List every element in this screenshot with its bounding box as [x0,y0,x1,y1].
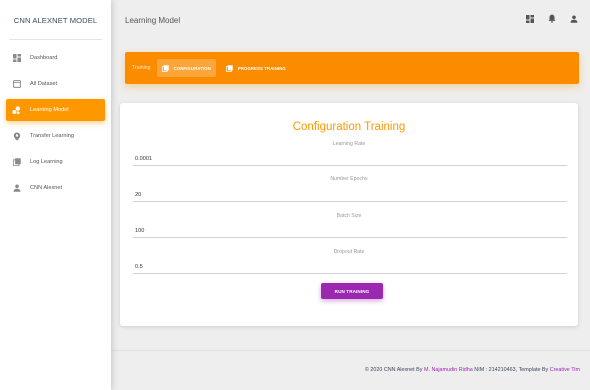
sidebar-item-cnn-alexnet[interactable]: CNN Alexnet [6,177,105,199]
navbar-icons [525,14,578,23]
footer-author-link[interactable]: M. Najamudin Ridha [424,367,473,373]
footer-template-link[interactable]: Creative Tim [550,367,580,373]
form-title: Configuration Training [292,121,406,133]
run-training-button[interactable]: RUN TRAINING [321,283,383,299]
dropout-rate-underline [133,273,567,274]
person-icon [12,184,21,193]
footer: © 2020 CNN Alexnet By M. Najamudin Ridha… [365,367,580,373]
bubble-chart-icon [12,105,21,115]
batch-size-label: Batch Size [336,213,362,219]
sidebar-item-label: Learning Model [30,107,69,113]
top-navbar: Learning Model [111,0,590,40]
footer-middle: NIM : 214210463, Template By [472,367,550,373]
learning-rate-label: Learning Rate [332,141,366,147]
dropout-rate-input[interactable]: 0.5 [135,264,143,270]
number-epochs-underline [133,201,567,202]
sidebar-item-label: All Dataset [30,81,58,87]
page-title: Learning Model [125,15,181,25]
tab-progress-training[interactable]: PROGRESS TRAINING [221,59,291,77]
tab-label: CONFIGURATION [173,65,211,71]
brand-title[interactable]: CNN ALEXNET MODEL [0,0,111,40]
batch-size-underline [133,237,567,238]
notifications-icon[interactable] [547,14,556,23]
sidebar-item-label: Log Learning [30,159,63,165]
learning-rate-underline [133,165,567,166]
sidebar-item-log-learning[interactable]: Log Learning [6,151,105,173]
sidebar: CNN ALEXNET MODEL Dashboard All Dataset … [0,0,111,390]
location-pin-icon [12,132,21,141]
sidebar-item-dashboard[interactable]: Dashboard [6,47,105,69]
sidebar-item-label: Transfer Learning [30,133,74,139]
footer-prefix: © 2020 CNN Alexnet By [364,367,424,373]
sidebar-item-transfer-learning[interactable]: Transfer Learning [6,125,105,147]
library-books-icon [225,64,233,72]
sidebar-item-all-dataset[interactable]: All Dataset [6,73,105,95]
learning-rate-input[interactable]: 0.0001 [135,156,152,162]
configuration-card: Configuration Training Learning Rate 0.0… [120,103,578,326]
tab-configuration[interactable]: CONFIGURATION [156,59,216,77]
number-epochs-label: Number Epochs [330,176,368,182]
library-books-icon [161,64,169,72]
sidebar-nav: Dashboard All Dataset Learning Model Tra… [0,40,111,199]
library-books-icon [12,158,21,167]
person-icon[interactable] [569,14,578,23]
number-epochs-input[interactable]: 20 [135,192,141,198]
footer-divider [111,350,590,351]
dashboard-icon[interactable] [525,14,534,23]
training-tab-bar: Training CONFIGURATION PROGRESS TRAINING [125,52,579,84]
tab-bar-prefix: Training [132,65,151,71]
dropout-rate-label: Dropout Rate [333,249,365,255]
sidebar-item-learning-model[interactable]: Learning Model [6,99,105,121]
sidebar-item-label: Dashboard [30,55,58,61]
batch-size-input[interactable]: 100 [135,228,144,234]
sidebar-item-label: CNN Alexnet [30,185,63,191]
tab-label: PROGRESS TRAINING [237,65,286,71]
dashboard-icon [12,54,21,63]
file-icon [12,80,21,89]
